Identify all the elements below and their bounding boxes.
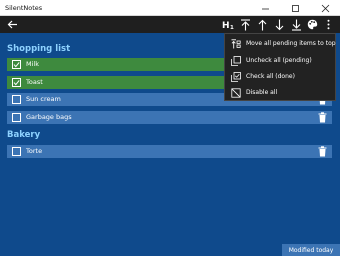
modified-status: Modified today [282, 244, 340, 256]
trash-icon[interactable] [318, 146, 327, 157]
minimize-button[interactable] [250, 0, 280, 16]
menu-item-label: Move all pending items to top [246, 40, 336, 47]
list-title[interactable]: Bakery [7, 130, 40, 140]
checkbox-unchecked[interactable] [12, 147, 21, 156]
checklist-menu: Move all pending items to top Uncheck al… [224, 33, 336, 101]
window-title: SilentNotes [5, 4, 43, 12]
minimize-icon [261, 8, 269, 9]
move-up-button[interactable] [255, 16, 269, 33]
list-item-label[interactable]: Sun cream [26, 95, 61, 103]
checkbox-checked[interactable] [12, 60, 21, 69]
checkbox-unchecked[interactable] [12, 95, 21, 104]
move-to-bottom-button[interactable] [289, 16, 303, 33]
menu-item-uncheck-all[interactable]: Uncheck all (pending) [225, 53, 337, 69]
svg-text:H: H [222, 21, 230, 30]
back-button[interactable] [5, 16, 19, 33]
checkmark-icon [13, 80, 20, 86]
uncheck-all-icon [231, 56, 241, 66]
move-to-top-icon [240, 18, 250, 30]
disable-all-icon [231, 88, 241, 98]
h1-icon: H 1 [222, 21, 234, 30]
list-item-label[interactable]: Toast [26, 78, 43, 86]
list-item[interactable]: Garbage bags [7, 111, 332, 124]
move-to-top-button[interactable] [238, 16, 252, 33]
move-to-bottom-icon [291, 19, 301, 31]
close-icon [321, 4, 329, 12]
checkbox-checked[interactable] [12, 78, 21, 87]
menu-item-label: Uncheck all (pending) [246, 57, 312, 64]
more-vertical-icon [327, 19, 329, 30]
h1-button[interactable]: H 1 [221, 16, 235, 33]
menu-item-label: Check all (done) [246, 73, 295, 80]
list-title[interactable]: Shopping list [7, 44, 70, 54]
list-item[interactable]: Torte [7, 145, 332, 158]
palette-icon [307, 19, 317, 30]
arrow-left-icon [7, 20, 17, 29]
move-pending-top-icon [231, 39, 241, 49]
svg-text:1: 1 [230, 25, 234, 30]
maximize-icon [291, 4, 299, 12]
close-window-button[interactable] [310, 0, 340, 16]
menu-item-disable-all[interactable]: Disable all [225, 85, 337, 101]
move-down-icon [275, 19, 283, 30]
menu-item-label: Disable all [246, 89, 278, 96]
menu-item-check-all[interactable]: Check all (done) [225, 69, 337, 85]
move-down-button[interactable] [272, 16, 286, 33]
list-item-label[interactable]: Milk [26, 60, 39, 68]
toolbar: H 1 [0, 16, 340, 33]
menu-item-move-pending-top[interactable]: Move all pending items to top [225, 36, 337, 52]
checkbox-unchecked[interactable] [12, 113, 21, 122]
checkmark-icon [13, 62, 20, 68]
list-item-label[interactable]: Garbage bags [26, 113, 72, 121]
maximize-button[interactable] [280, 0, 310, 16]
more-button[interactable] [321, 16, 335, 33]
color-button[interactable] [305, 16, 319, 33]
window-titlebar: SilentNotes [0, 0, 340, 16]
check-all-icon [231, 72, 241, 82]
list-item-label[interactable]: Torte [26, 147, 42, 155]
trash-icon[interactable] [318, 112, 327, 123]
move-up-icon [258, 19, 266, 30]
